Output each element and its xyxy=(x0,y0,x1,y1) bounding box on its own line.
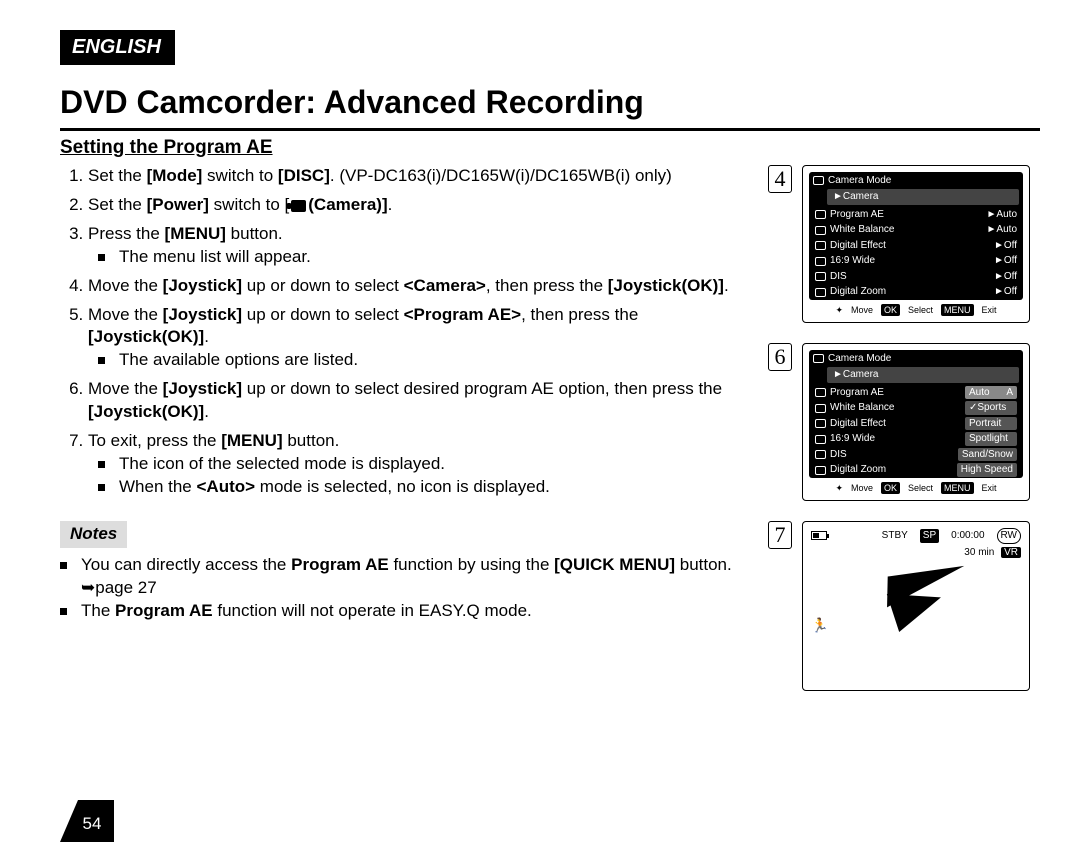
page-number-badge: 54 xyxy=(60,800,114,842)
vr-badge: VR xyxy=(1001,547,1021,558)
step-7-sub2: When the <Auto> mode is selected, no ico… xyxy=(98,476,750,499)
row-icon xyxy=(815,288,826,297)
menu-row: 16:9 WideSpotlight xyxy=(809,431,1023,447)
note-2: The Program AE function will not operate… xyxy=(60,600,750,623)
menu-row: 16:9 Wide►Off xyxy=(809,253,1023,269)
camcorder-icon xyxy=(813,176,824,185)
sp-badge: SP xyxy=(920,529,939,543)
row-icon xyxy=(815,272,826,281)
page-title: DVD Camcorder: Advanced Recording xyxy=(60,81,1040,131)
row-icon xyxy=(815,257,826,266)
step-5-sub: The available options are listed. xyxy=(98,349,750,372)
step-1: Set the [Mode] switch to [DISC]. (VP-DC1… xyxy=(88,165,750,188)
osd-title: Camera Mode xyxy=(828,174,891,188)
menu-row: DISSand/Snow xyxy=(809,447,1023,463)
row-icon xyxy=(815,388,826,397)
step-3-sub: The menu list will appear. xyxy=(98,246,750,269)
figure-4: 4 Camera Mode ►Camera Program AE►AutoWhi… xyxy=(768,165,1040,323)
step-5: Move the [Joystick] up or down to select… xyxy=(88,304,750,373)
camcorder-icon xyxy=(813,354,824,363)
figure-number-4: 4 xyxy=(768,165,792,193)
row-icon xyxy=(815,241,826,250)
screen-4: Camera Mode ►Camera Program AE►AutoWhite… xyxy=(802,165,1030,323)
step-7: To exit, press the [MENU] button. The ic… xyxy=(88,430,750,499)
screen-7: STBY SP 0:00:00 RW 30 min VR 🏃 xyxy=(802,521,1030,691)
step-2: Set the [Power] switch to [(Camera)]. xyxy=(88,194,750,217)
camera-icon xyxy=(291,200,306,212)
menu-row: Digital ZoomHigh Speed xyxy=(809,462,1023,478)
remaining-time: 30 min xyxy=(964,547,994,558)
sports-mode-icon: 🏃 xyxy=(811,616,828,635)
language-tag: ENGLISH xyxy=(60,30,175,65)
step-4: Move the [Joystick] up or down to select… xyxy=(88,275,750,298)
menu-row: White Balance✓Sports xyxy=(809,400,1023,416)
osd-breadcrumb: ►Camera xyxy=(827,189,1019,205)
row-icon xyxy=(815,466,826,475)
osd-controls: ✦Move OKSelect MENUExit xyxy=(809,300,1023,316)
step-3: Press the [MENU] button. The menu list w… xyxy=(88,223,750,269)
scene-mountain-icon xyxy=(887,578,947,632)
stby-label: STBY xyxy=(882,529,908,543)
menu-row: Digital Effect►Off xyxy=(809,238,1023,254)
figures-column: 4 Camera Mode ►Camera Program AE►AutoWhi… xyxy=(768,165,1040,711)
instructions-column: Set the [Mode] switch to [DISC]. (VP-DC1… xyxy=(60,165,750,711)
svg-text:54: 54 xyxy=(83,814,102,833)
row-icon xyxy=(815,404,826,413)
menu-row: DIS►Off xyxy=(809,269,1023,285)
figure-6: 6 Camera Mode ►Camera Program AEAuto AWh… xyxy=(768,343,1040,501)
figure-number-6: 6 xyxy=(768,343,792,371)
step-7-sub1: The icon of the selected mode is display… xyxy=(98,453,750,476)
row-icon xyxy=(815,435,826,444)
row-icon xyxy=(815,450,826,459)
menu-row: Digital Zoom►Off xyxy=(809,284,1023,300)
row-icon xyxy=(815,419,826,428)
time-counter: 0:00:00 xyxy=(951,529,984,543)
menu-row: White Balance►Auto xyxy=(809,222,1023,238)
osd-controls: ✦Move OKSelect MENUExit xyxy=(809,478,1023,494)
menu-row: Digital EffectPortrait xyxy=(809,416,1023,432)
osd-title: Camera Mode xyxy=(828,352,891,366)
step-6: Move the [Joystick] up or down to select… xyxy=(88,378,750,424)
menu-row: Program AEAuto A xyxy=(809,385,1023,401)
step-list: Set the [Mode] switch to [DISC]. (VP-DC1… xyxy=(60,165,750,499)
row-icon xyxy=(815,210,826,219)
rw-badge: RW xyxy=(997,528,1021,544)
row-icon xyxy=(815,226,826,235)
osd-breadcrumb: ►Camera xyxy=(827,367,1019,383)
notes-heading: Notes xyxy=(60,521,127,548)
note-1: You can directly access the Program AE f… xyxy=(60,554,750,600)
battery-icon xyxy=(811,531,827,540)
menu-row: Program AE►Auto xyxy=(809,207,1023,223)
screen-6: Camera Mode ►Camera Program AEAuto AWhit… xyxy=(802,343,1030,501)
figure-7: 7 STBY SP 0:00:00 RW 30 min VR 🏃 xyxy=(768,521,1040,691)
figure-number-7: 7 xyxy=(768,521,792,549)
section-title: Setting the Program AE xyxy=(60,135,1040,161)
